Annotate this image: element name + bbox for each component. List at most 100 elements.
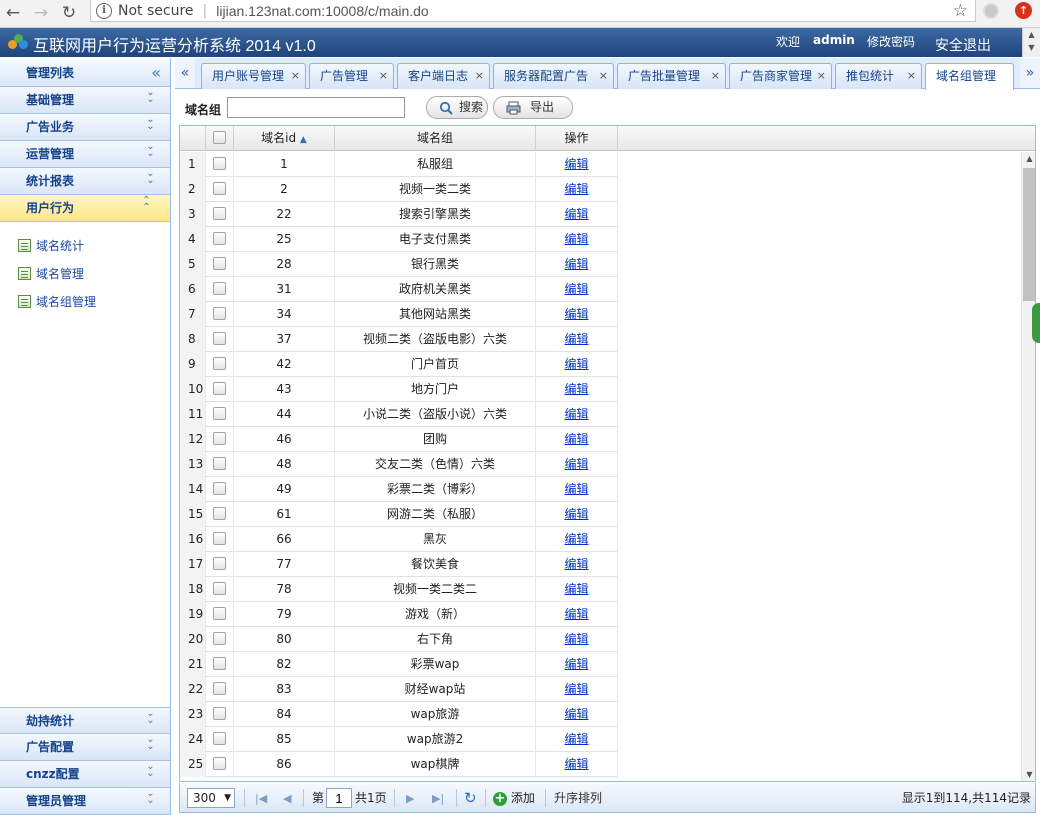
table-row[interactable]: 10 43 地方门户 编辑: [180, 377, 618, 402]
row-checkbox[interactable]: [213, 531, 226, 545]
row-checkbox[interactable]: [213, 381, 226, 395]
bookmark-star-icon[interactable]: ☆: [953, 1, 968, 21]
tab-6[interactable]: 推包统计 ×: [835, 63, 922, 89]
tab-close-icon[interactable]: ×: [907, 64, 916, 88]
sort-order-label[interactable]: 升序排列: [554, 783, 602, 813]
edit-link[interactable]: 编辑: [564, 582, 588, 596]
table-row[interactable]: 4 25 电子支付黑类 编辑: [180, 227, 618, 252]
tab-scroll-right-icon[interactable]: »: [1020, 58, 1040, 88]
first-page-icon[interactable]: |◀: [255, 792, 267, 805]
edit-link[interactable]: 编辑: [564, 257, 588, 271]
prev-page-icon[interactable]: ◀: [283, 792, 291, 805]
row-checkbox[interactable]: [213, 206, 226, 220]
sidebar-section-1[interactable]: 广告业务 ⌄⌄: [0, 114, 170, 141]
table-row[interactable]: 16 66 黑灰 编辑: [180, 527, 618, 552]
sidebar-top-header[interactable]: 管理列表 «: [0, 60, 170, 87]
sidebar-section-0[interactable]: 基础管理 ⌄⌄: [0, 87, 170, 114]
expand-down-icon[interactable]: ⌄⌄: [139, 141, 161, 155]
expand-down-icon[interactable]: ⌄⌄: [139, 734, 161, 748]
table-row[interactable]: 19 79 游戏（新） 编辑: [180, 602, 618, 627]
expand-down-icon[interactable]: ⌄⌄: [139, 168, 161, 182]
sidebar-section-3[interactable]: 统计报表 ⌄⌄: [0, 168, 170, 195]
sidebar-item-2[interactable]: 域名组管理: [18, 293, 96, 310]
edit-link[interactable]: 编辑: [564, 482, 588, 496]
reload-icon[interactable]: ↻: [58, 0, 80, 28]
edit-link[interactable]: 编辑: [564, 207, 588, 221]
table-row[interactable]: 2 2 视频一类二类 编辑: [180, 177, 618, 202]
expand-down-icon[interactable]: ⌄⌄: [139, 788, 161, 802]
row-checkbox[interactable]: [213, 681, 226, 695]
table-row[interactable]: 13 48 交友二类（色情）六类 编辑: [180, 452, 618, 477]
edit-link[interactable]: 编辑: [564, 307, 588, 321]
expand-down-icon[interactable]: ⌄⌄: [139, 114, 161, 128]
change-password-link[interactable]: 修改密码: [867, 33, 915, 50]
tab-4[interactable]: 广告批量管理 ×: [617, 63, 726, 89]
add-button[interactable]: + 添加: [493, 783, 535, 813]
floating-side-handle[interactable]: [1032, 303, 1040, 343]
table-row[interactable]: 23 84 wap旅游 编辑: [180, 702, 618, 727]
back-icon[interactable]: ←: [2, 0, 24, 28]
table-row[interactable]: 5 28 银行黑类 编辑: [180, 252, 618, 277]
row-checkbox[interactable]: [213, 656, 226, 670]
edit-link[interactable]: 编辑: [564, 557, 588, 571]
edit-link[interactable]: 编辑: [564, 382, 588, 396]
table-row[interactable]: 6 31 政府机关黑类 编辑: [180, 277, 618, 302]
table-row[interactable]: 8 37 视频二类（盗版电影）六类 编辑: [180, 327, 618, 352]
row-checkbox[interactable]: [213, 706, 226, 720]
export-button[interactable]: 导出: [493, 96, 573, 119]
edit-link[interactable]: 编辑: [564, 182, 588, 196]
logout-link[interactable]: 安全退出: [935, 35, 991, 55]
address-bar[interactable]: i Not secure | lijian.123nat.com:10008/c…: [90, 0, 976, 22]
edit-link[interactable]: 编辑: [564, 732, 588, 746]
edit-link[interactable]: 编辑: [564, 232, 588, 246]
edit-link[interactable]: 编辑: [564, 507, 588, 521]
table-row[interactable]: 24 85 wap旅游2 编辑: [180, 727, 618, 752]
table-row[interactable]: 12 46 团购 编辑: [180, 427, 618, 452]
table-row[interactable]: 17 77 餐饮美食 编辑: [180, 552, 618, 577]
edit-link[interactable]: 编辑: [564, 457, 588, 471]
row-checkbox[interactable]: [213, 406, 226, 420]
column-header-id[interactable]: 域名id ▲: [234, 126, 335, 151]
row-checkbox[interactable]: [213, 756, 226, 770]
row-checkbox[interactable]: [213, 156, 226, 170]
url-text[interactable]: lijian.123nat.com:10008/c/main.do: [216, 3, 428, 19]
edit-link[interactable]: 编辑: [564, 532, 588, 546]
edit-link[interactable]: 编辑: [564, 657, 588, 671]
table-row[interactable]: 18 78 视频一类二类二 编辑: [180, 577, 618, 602]
extension-icon[interactable]: [983, 3, 999, 19]
expand-down-icon[interactable]: ⌄⌄: [139, 761, 161, 775]
tab-1[interactable]: 广告管理 ×: [309, 63, 394, 89]
row-checkbox[interactable]: [213, 481, 226, 495]
edit-link[interactable]: 编辑: [564, 407, 588, 421]
sidebar-section-4[interactable]: 用户行为 ⌃⌃: [0, 195, 170, 222]
row-checkbox[interactable]: [213, 506, 226, 520]
edit-link[interactable]: 编辑: [564, 157, 588, 171]
table-row[interactable]: 11 44 小说二类（盗版小说）六类 编辑: [180, 402, 618, 427]
scrollbar-thumb[interactable]: [1023, 168, 1035, 301]
table-row[interactable]: 7 34 其他网站黑类 编辑: [180, 302, 618, 327]
grid-scrollbar[interactable]: ▲ ▼: [1021, 152, 1035, 781]
row-checkbox[interactable]: [213, 431, 226, 445]
table-row[interactable]: 3 22 搜索引擎黑类 编辑: [180, 202, 618, 227]
edit-link[interactable]: 编辑: [564, 757, 588, 771]
header-scroll-icon[interactable]: ▲ ▼: [1022, 28, 1040, 57]
scroll-down-icon[interactable]: ▼: [1022, 768, 1035, 781]
tab-scroll-left-icon[interactable]: «: [175, 58, 195, 88]
extension-red-icon[interactable]: ↑: [1015, 2, 1032, 19]
expand-down-icon[interactable]: ⌄⌄: [139, 87, 161, 101]
sidebar-bottom-section-2[interactable]: cnzz配置 ⌄⌄: [0, 761, 170, 788]
tab-7[interactable]: 域名组管理: [925, 63, 1014, 90]
row-checkbox[interactable]: [213, 731, 226, 745]
sidebar-section-2[interactable]: 运营管理 ⌄⌄: [0, 141, 170, 168]
next-page-icon[interactable]: ▶: [406, 792, 414, 805]
tab-0[interactable]: 用户账号管理 ×: [201, 63, 306, 89]
edit-link[interactable]: 编辑: [564, 332, 588, 346]
tab-close-icon[interactable]: ×: [475, 64, 484, 88]
table-row[interactable]: 20 80 右下角 编辑: [180, 627, 618, 652]
row-checkbox[interactable]: [213, 581, 226, 595]
row-checkbox[interactable]: [213, 181, 226, 195]
row-checkbox[interactable]: [213, 456, 226, 470]
search-button[interactable]: 搜索: [426, 96, 488, 119]
page-size-select[interactable]: 300 ▼: [187, 788, 235, 808]
edit-link[interactable]: 编辑: [564, 357, 588, 371]
